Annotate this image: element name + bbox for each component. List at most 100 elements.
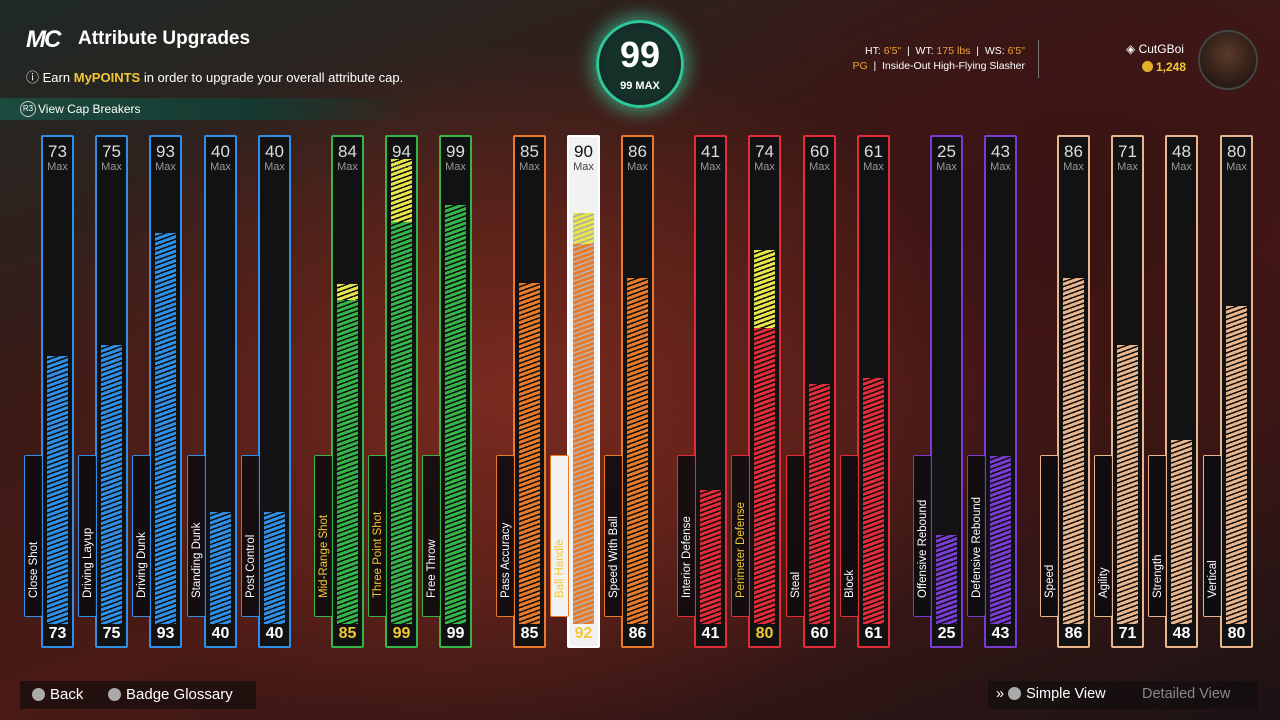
- attribute-fill: [391, 222, 412, 624]
- attribute-bar[interactable]: 41 Max 41: [694, 135, 727, 648]
- attribute-max-label: Max: [519, 161, 540, 173]
- attribute-current-value: 86: [628, 625, 647, 642]
- attribute-max-value: 93: [156, 142, 175, 161]
- attribute-max-label: Max: [101, 161, 122, 173]
- attribute-max-label: Max: [809, 161, 830, 173]
- attribute-fill: [264, 512, 285, 624]
- attribute-max-value: 75: [102, 142, 121, 161]
- attribute-fill: [1171, 440, 1192, 624]
- attribute-name: Offensive Rebound: [916, 499, 929, 598]
- attribute-max-value: 94: [392, 142, 411, 161]
- attribute-fill: [809, 384, 830, 624]
- attribute-name: Defensive Rebound: [970, 496, 983, 598]
- attribute-bar[interactable]: 60 Max 60: [803, 135, 836, 648]
- attribute-name: Strength: [1151, 554, 1164, 598]
- attribute-label-tab: Driving Layup: [78, 455, 97, 617]
- attribute-boost: [573, 213, 594, 244]
- attribute-max-label: Max: [627, 161, 648, 173]
- attribute-bar[interactable]: 94Max99: [385, 135, 418, 648]
- attribute-bar[interactable]: 48 Max 48: [1165, 135, 1198, 648]
- attribute-current-value: 61: [864, 625, 883, 642]
- attribute-label-tab: Free Throw: [422, 455, 441, 617]
- attribute-label-tab: Standing Dunk: [187, 455, 206, 617]
- detailed-view-button[interactable]: Detailed View: [1142, 686, 1230, 702]
- attribute-current-value: 48: [1172, 625, 1191, 642]
- attribute-fill: [573, 244, 594, 624]
- attribute-fill: [863, 378, 884, 624]
- attribute-max-value: 74: [755, 142, 774, 161]
- attribute-bar[interactable]: 80 Max 80: [1220, 135, 1253, 648]
- attribute-current-value: 85: [338, 625, 357, 642]
- attribute-name: Perimeter Defense: [734, 502, 747, 598]
- attribute-bar[interactable]: 84 Max 85: [331, 135, 364, 648]
- attribute-bar[interactable]: 40 Max 40: [204, 135, 237, 648]
- attribute-max-label: Max: [337, 161, 358, 173]
- attribute-fill: [627, 278, 648, 624]
- attribute-max-value: 86: [628, 142, 647, 161]
- attribute-bar[interactable]: 99 Max 99: [439, 135, 472, 648]
- attribute-label-tab: Mid-Range Shot: [314, 455, 333, 617]
- attribute-max-value: 40: [211, 142, 230, 161]
- attribute-bar[interactable]: 73 Max 73: [41, 135, 74, 648]
- attribute-bar[interactable]: 43 Max 43: [984, 135, 1017, 648]
- attribute-bar[interactable]: 74 Max 80: [748, 135, 781, 648]
- attribute-bars: 73 Max 73 Close Shot 75 Max 75 Driving Layup 93 M…: [0, 0, 1280, 720]
- attribute-bar[interactable]: 85 Max 85: [513, 135, 546, 648]
- square-button-icon: [108, 688, 121, 701]
- attribute-current-value: 92: [574, 625, 593, 642]
- attribute-max-value: 41: [701, 142, 720, 161]
- attribute-fill: [101, 345, 122, 624]
- attribute-name: Free Throw: [425, 539, 438, 598]
- attribute-current-value: 25: [937, 625, 956, 642]
- attribute-bar[interactable]: 25 Max 25: [930, 135, 963, 648]
- attribute-current-value: 80: [755, 625, 774, 642]
- attribute-bar[interactable]: 90 Max 92: [567, 135, 600, 648]
- attribute-label-tab: Agility: [1094, 455, 1113, 617]
- attribute-max-label: Max: [700, 161, 721, 173]
- back-button[interactable]: Back: [32, 686, 83, 703]
- attribute-fill: [337, 300, 358, 624]
- attribute-max-label: Max: [445, 161, 466, 173]
- attribute-bar[interactable]: 71 Max 71: [1111, 135, 1144, 648]
- attribute-bar[interactable]: 86 Max 86: [1057, 135, 1090, 648]
- attribute-bar[interactable]: 93 Max 93: [149, 135, 182, 648]
- attribute-bar[interactable]: 61 Max 61: [857, 135, 890, 648]
- attribute-current-value: 86: [1064, 625, 1083, 642]
- attribute-label-tab: Pass Accuracy: [496, 455, 515, 617]
- attribute-name: Driving Dunk: [135, 532, 148, 598]
- attribute-bar[interactable]: 75 Max 75: [95, 135, 128, 648]
- attribute-label-tab: Strength: [1148, 455, 1167, 617]
- attribute-label-tab: Block: [840, 455, 859, 617]
- attribute-label-tab: Defensive Rebound: [967, 455, 986, 617]
- attribute-current-value: 75: [102, 625, 121, 642]
- attribute-label-tab: Driving Dunk: [132, 455, 151, 617]
- badge-glossary-button[interactable]: Badge Glossary: [108, 686, 233, 703]
- attribute-name: Standing Dunk: [190, 522, 203, 598]
- attribute-label-tab: Offensive Rebound: [913, 455, 932, 617]
- attribute-current-value: 71: [1118, 625, 1137, 642]
- attribute-current-value: 93: [156, 625, 175, 642]
- attribute-max-value: 86: [1064, 142, 1083, 161]
- attribute-current-value: 85: [520, 625, 539, 642]
- attribute-max-label: Max: [1171, 161, 1192, 173]
- attribute-bar[interactable]: 86 Max 86: [621, 135, 654, 648]
- attribute-current-value: 80: [1227, 625, 1246, 642]
- attribute-bar[interactable]: 40 Max 40: [258, 135, 291, 648]
- attribute-boost: [391, 159, 412, 222]
- attribute-name: Three Point Shot: [371, 511, 384, 598]
- circle-button-icon: [32, 688, 45, 701]
- footer-controls: Back Badge Glossary: [20, 681, 256, 709]
- attribute-fill: [754, 328, 775, 624]
- attribute-max-value: 99: [446, 142, 465, 161]
- attribute-name: Agility: [1097, 567, 1110, 598]
- attribute-max-value: 25: [937, 142, 956, 161]
- simple-view-button[interactable]: » Simple View: [996, 686, 1106, 702]
- attribute-max-value: 43: [991, 142, 1010, 161]
- attribute-max-value: 84: [338, 142, 357, 161]
- attribute-name: Pass Accuracy: [499, 522, 512, 598]
- attribute-max-label: Max: [1063, 161, 1084, 173]
- attribute-max-value: 85: [520, 142, 539, 161]
- attribute-label-tab: Ball Handle: [550, 455, 569, 617]
- attribute-name: Interior Defense: [680, 516, 693, 598]
- attribute-current-value: 40: [265, 625, 284, 642]
